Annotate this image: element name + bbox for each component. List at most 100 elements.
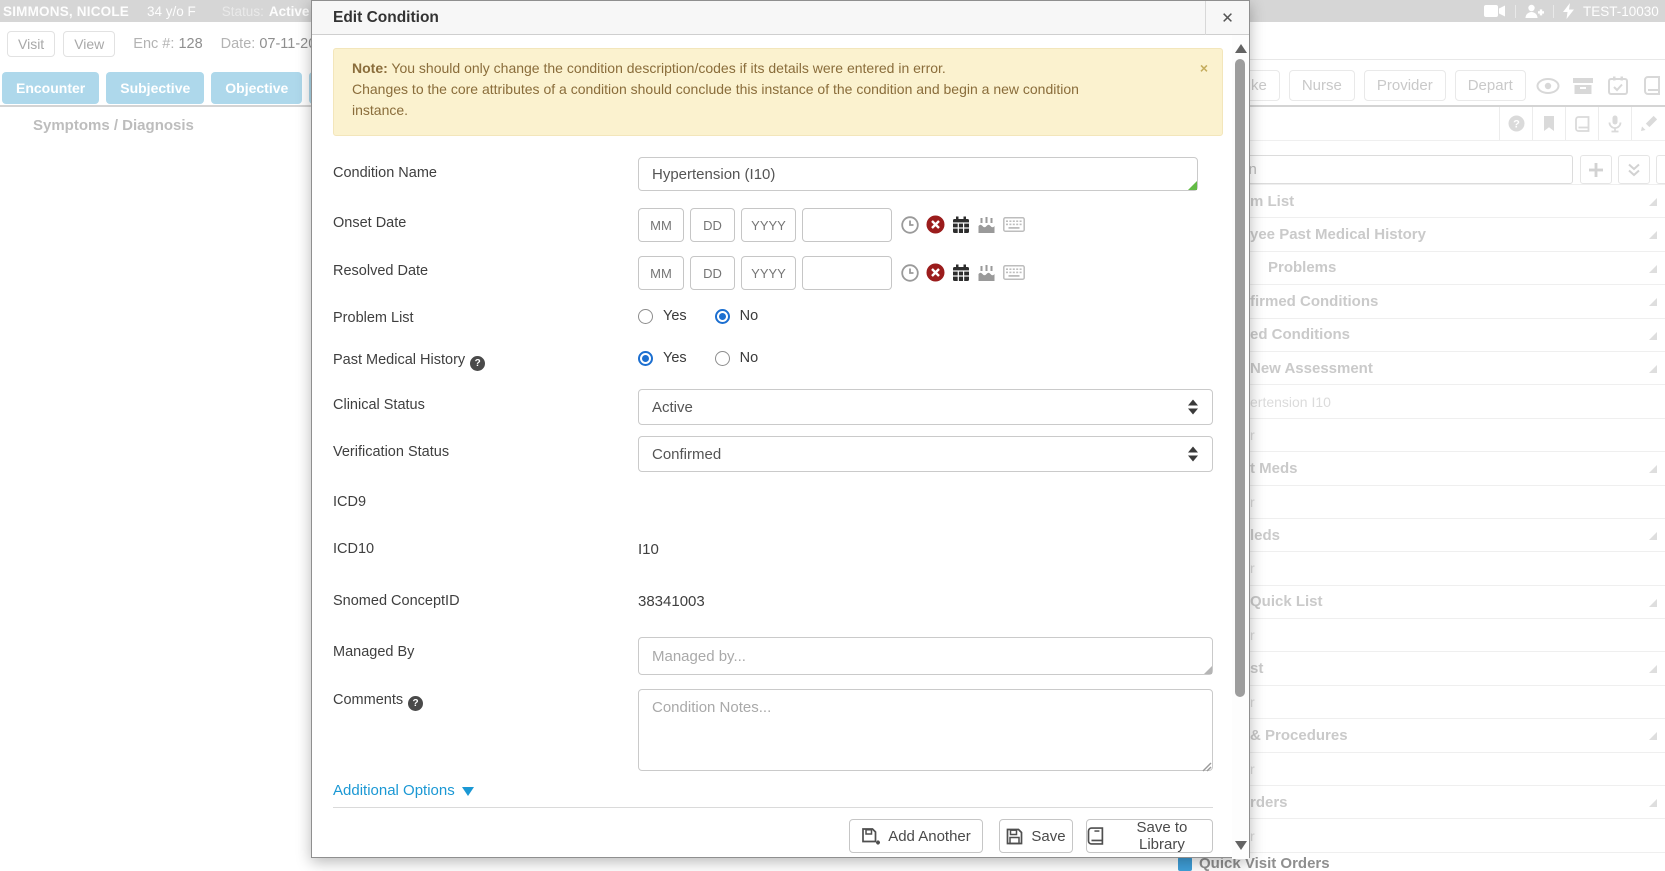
resolved-day-input[interactable] [690, 256, 735, 290]
chevrons-down-icon[interactable] [1618, 155, 1650, 184]
list-item[interactable]: r [1250, 619, 1665, 652]
view-button[interactable]: View [63, 31, 115, 57]
list-item[interactable]: ertension I10 [1250, 385, 1665, 418]
list-item-label: firmed Conditions [1250, 293, 1378, 310]
list-item[interactable]: t Meds [1250, 452, 1665, 485]
problem-list-label: Problem List [333, 310, 414, 326]
microphone-icon[interactable] [1598, 107, 1631, 140]
list-item-label: Quick List [1250, 593, 1323, 610]
scroll-down-icon[interactable] [1235, 841, 1247, 850]
corner-triangle-icon [1649, 599, 1657, 607]
close-icon[interactable]: ✕ [1205, 1, 1249, 35]
tab-encounter[interactable]: Encounter [2, 72, 99, 104]
visit-button[interactable]: Visit [7, 31, 55, 57]
archive-box-icon[interactable] [1570, 77, 1596, 95]
onset-month-input[interactable] [638, 208, 684, 242]
clinical-status-value: Active [652, 399, 693, 416]
managed-by-input[interactable] [638, 637, 1213, 675]
pencil-icon[interactable] [1631, 107, 1664, 140]
list-item[interactable]: rders [1250, 786, 1665, 819]
tab-subjective[interactable]: Subjective [106, 72, 204, 104]
calendar-check-icon[interactable] [1605, 76, 1631, 95]
list-item-label: r [1250, 494, 1255, 510]
clinical-status-select[interactable]: Active [638, 389, 1213, 425]
book-icon[interactable] [1640, 76, 1665, 95]
add-user-icon[interactable] [1525, 4, 1544, 19]
list-item[interactable]: leds [1250, 519, 1665, 552]
chevrons-right-icon[interactable] [1656, 155, 1665, 184]
verification-status-select[interactable]: Confirmed [638, 436, 1213, 472]
nurse-button[interactable]: Nurse [1289, 70, 1355, 101]
list-item[interactable]: r [1250, 753, 1665, 786]
list-item[interactable]: New Assessment [1250, 352, 1665, 385]
keyboard-icon[interactable] [1003, 265, 1025, 285]
list-item[interactable]: st [1250, 652, 1665, 685]
save-label: Save [1031, 828, 1065, 845]
comments-textarea[interactable] [638, 689, 1213, 771]
dismiss-note-icon[interactable]: × [1200, 58, 1208, 79]
scrollbar-thumb[interactable] [1235, 59, 1245, 697]
list-item[interactable]: Quick List [1250, 586, 1665, 619]
onset-day-input[interactable] [690, 208, 735, 242]
corner-triangle-icon [1649, 532, 1657, 540]
help-icon[interactable]: ? [408, 696, 423, 711]
add-diagnosis-button[interactable] [1580, 155, 1612, 184]
problem-list-yes-radio[interactable] [638, 309, 653, 324]
list-item[interactable]: r [1250, 819, 1665, 852]
condition-name-input[interactable] [638, 157, 1198, 191]
resize-corner-icon [1204, 666, 1212, 674]
list-item[interactable]: Problems [1250, 252, 1665, 285]
stage-toolbar: ke Nurse Provider Depart [1238, 70, 1665, 101]
list-item[interactable]: ed Conditions [1250, 319, 1665, 352]
video-camera-icon[interactable] [1484, 4, 1506, 18]
pmh-yes-radio[interactable] [638, 351, 653, 366]
onset-year-input[interactable] [741, 208, 796, 242]
keyboard-icon[interactable] [1003, 217, 1025, 237]
resolved-full-date-input[interactable] [802, 256, 892, 290]
problem-list-no-radio[interactable] [715, 309, 730, 324]
tab-objective[interactable]: Objective [211, 72, 302, 104]
calendar-icon[interactable] [952, 264, 970, 287]
depart-button[interactable]: Depart [1455, 70, 1526, 101]
modal-scrollbar[interactable] [1232, 35, 1249, 859]
corner-triangle-icon [1649, 732, 1657, 740]
bookmark-icon[interactable] [1532, 107, 1565, 140]
list-item-label: m List [1250, 193, 1294, 210]
list-item[interactable]: r [1250, 419, 1665, 452]
help-icon[interactable]: ? [470, 356, 485, 371]
clear-date-icon[interactable] [926, 263, 945, 287]
list-item[interactable]: firmed Conditions [1250, 285, 1665, 318]
scroll-up-icon[interactable] [1235, 44, 1247, 53]
eye-icon[interactable] [1535, 78, 1561, 94]
clock-icon[interactable] [901, 264, 919, 287]
list-item[interactable]: r [1250, 686, 1665, 719]
provider-button[interactable]: Provider [1364, 70, 1446, 101]
radio-label-no: No [740, 350, 759, 366]
save-button[interactable]: Save [999, 819, 1073, 853]
bolt-icon[interactable] [1563, 3, 1574, 19]
corner-triangle-icon [1649, 465, 1657, 473]
list-item[interactable]: r [1250, 486, 1665, 519]
add-another-button[interactable]: Add Another [849, 819, 983, 853]
resolved-year-input[interactable] [741, 256, 796, 290]
managed-by-label: Managed By [333, 644, 414, 660]
pmh-no-radio[interactable] [715, 351, 730, 366]
clear-date-icon[interactable] [926, 215, 945, 239]
calendar-icon[interactable] [952, 216, 970, 239]
textarea-resize-icon[interactable] [1201, 759, 1212, 777]
list-item[interactable]: m List [1250, 185, 1665, 218]
book-icon[interactable] [1565, 107, 1598, 140]
save-to-library-button[interactable]: Save to Library [1086, 819, 1213, 853]
list-item[interactable]: & Procedures [1250, 719, 1665, 752]
onset-full-date-input[interactable] [802, 208, 892, 242]
birthday-cake-icon[interactable] [977, 264, 996, 287]
list-item[interactable]: yee Past Medical History [1250, 218, 1665, 251]
additional-options-link[interactable]: Additional Options [333, 782, 474, 799]
problem-list-radio-group: Yes No [638, 308, 776, 324]
birthday-cake-icon[interactable] [977, 216, 996, 239]
resolved-month-input[interactable] [638, 256, 684, 290]
resolved-date-label: Resolved Date [333, 263, 428, 279]
list-item[interactable]: r [1250, 552, 1665, 585]
clock-icon[interactable] [901, 216, 919, 239]
help-circle-icon[interactable]: ? [1499, 107, 1532, 140]
